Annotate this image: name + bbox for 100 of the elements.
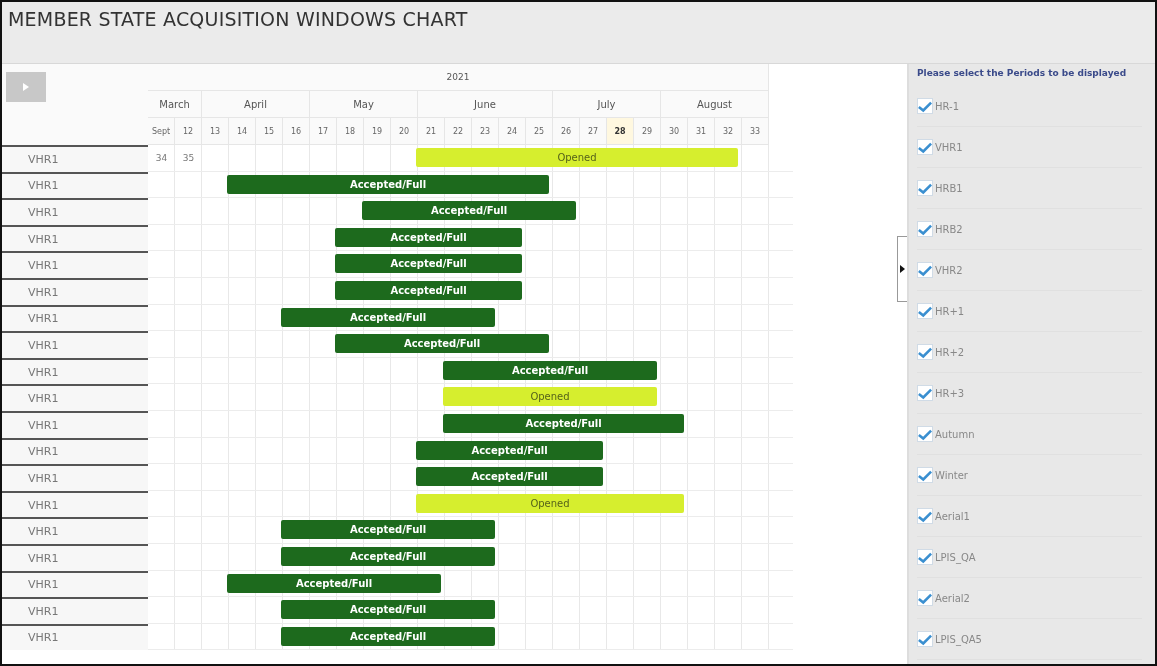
week-header: 31 — [688, 118, 715, 145]
period-bar[interactable]: Accepted/Full — [335, 227, 522, 247]
period-label: HRB2 — [935, 223, 963, 235]
period-checkbox[interactable] — [917, 303, 933, 319]
period-bar[interactable]: Accepted/Full — [281, 546, 495, 566]
week-header: 23 — [472, 118, 499, 145]
row-label: VHR1 — [2, 490, 148, 518]
period-label: HR-1 — [935, 100, 960, 112]
row-label: VHR1 — [2, 464, 148, 491]
period-label: LPIS_QA5 — [935, 633, 982, 645]
week-header: 24 — [499, 118, 526, 145]
period-checkbox[interactable] — [917, 549, 933, 565]
week-header: 20 — [391, 118, 418, 145]
row-label: VHR1 — [2, 145, 148, 172]
week-header: 13 — [202, 118, 229, 145]
month-header: July — [553, 91, 661, 118]
period-checkbox[interactable] — [917, 508, 933, 524]
row-label: VHR1 — [2, 224, 148, 252]
row-label: VHR1 — [2, 437, 148, 465]
period-label: VHR1 — [935, 141, 963, 153]
row-label: VHR1 — [2, 277, 148, 305]
row-label: VHR1 — [2, 304, 148, 332]
week-header: 29 — [634, 118, 661, 145]
period-checkbox[interactable] — [917, 180, 933, 196]
period-label: HR+3 — [935, 387, 965, 399]
caret-icon — [900, 265, 905, 273]
period-checkbox[interactable] — [917, 98, 933, 114]
page-title: MEMBER STATE ACQUISITION WINDOWS CHART — [8, 8, 468, 30]
period-checkbox[interactable] — [917, 426, 933, 442]
week-header: 19 — [364, 118, 391, 145]
row-label: VHR1 — [2, 171, 148, 199]
period-bar[interactable]: Accepted/Full — [416, 467, 603, 487]
row-label: VHR1 — [2, 251, 148, 278]
week-header: 33 — [742, 118, 769, 145]
period-bar[interactable]: Accepted/Full — [281, 520, 495, 540]
week-header: 25 — [526, 118, 553, 145]
week-header: 27 — [580, 118, 607, 145]
period-label: HR+1 — [935, 305, 965, 317]
week-header: 22 — [445, 118, 472, 145]
row-label: VHR1 — [2, 331, 148, 358]
week-header: Sept — [148, 118, 175, 145]
period-checkbox[interactable] — [917, 221, 933, 237]
period-checkbox[interactable] — [917, 631, 933, 647]
row-label: VHR1 — [2, 357, 148, 385]
panel-heading: Please select the Periods to be displayed — [917, 68, 1128, 78]
week-header: 14 — [229, 118, 256, 145]
period-bar[interactable]: Accepted/Full — [335, 254, 522, 274]
period-bar[interactable]: Accepted/Full — [335, 334, 549, 354]
period-bar[interactable]: Opened — [443, 387, 657, 407]
period-label: VHR2 — [935, 264, 963, 276]
period-checkbox[interactable] — [917, 467, 933, 483]
period-label: Winter — [935, 469, 968, 481]
week-header: 12 — [175, 118, 202, 145]
period-bar[interactable]: Accepted/Full — [443, 413, 684, 433]
row-label: VHR1 — [2, 410, 148, 438]
period-bar[interactable]: Accepted/Full — [281, 626, 495, 646]
caret-icon — [23, 83, 29, 91]
period-bar[interactable]: Accepted/Full — [281, 600, 495, 620]
month-header: May — [310, 91, 418, 118]
month-header: June — [418, 91, 553, 118]
period-checkbox[interactable] — [917, 344, 933, 360]
period-label: Aerial1 — [935, 510, 970, 522]
year-header: 2021 — [148, 64, 769, 91]
week-number: 34 — [154, 151, 169, 165]
week-header: 17 — [310, 118, 337, 145]
row-label: VHR1 — [2, 384, 148, 411]
week-header: 30 — [661, 118, 688, 145]
week-header: 18 — [337, 118, 364, 145]
row-label: VHR1 — [2, 517, 148, 544]
period-bar[interactable]: Accepted/Full — [227, 573, 441, 593]
week-header: 28 — [607, 118, 634, 145]
period-checkbox[interactable] — [917, 590, 933, 606]
period-bar[interactable]: Opened — [416, 148, 738, 167]
week-header: 15 — [256, 118, 283, 145]
period-label: Aerial2 — [935, 592, 970, 604]
period-label: LPIS_QA — [935, 551, 976, 563]
row-label: VHR1 — [2, 543, 148, 571]
period-bar[interactable]: Accepted/Full — [335, 280, 522, 300]
period-bar[interactable]: Opened — [416, 493, 684, 513]
period-checkbox[interactable] — [917, 139, 933, 155]
period-bar[interactable]: Accepted/Full — [443, 360, 657, 380]
period-bar[interactable]: Accepted/Full — [416, 440, 603, 460]
period-bar[interactable]: Accepted/Full — [281, 307, 495, 327]
panel-toggle[interactable] — [897, 236, 907, 302]
period-label: HRB1 — [935, 182, 963, 194]
period-checkbox[interactable] — [917, 262, 933, 278]
period-label: HR+2 — [935, 346, 965, 358]
week-header: 32 — [715, 118, 742, 145]
row-label: VHR1 — [2, 198, 148, 225]
month-header: March — [148, 91, 202, 118]
month-header: August — [661, 91, 769, 118]
period-label: Autumn — [935, 428, 975, 440]
period-bar[interactable]: Accepted/Full — [362, 201, 576, 221]
row-label: VHR1 — [2, 597, 148, 624]
week-header: 21 — [418, 118, 445, 145]
period-checkbox[interactable] — [917, 385, 933, 401]
row-label: VHR1 — [2, 623, 148, 651]
week-number: 35 — [181, 151, 196, 165]
period-bar[interactable]: Accepted/Full — [227, 174, 549, 194]
row-label: VHR1 — [2, 570, 148, 598]
